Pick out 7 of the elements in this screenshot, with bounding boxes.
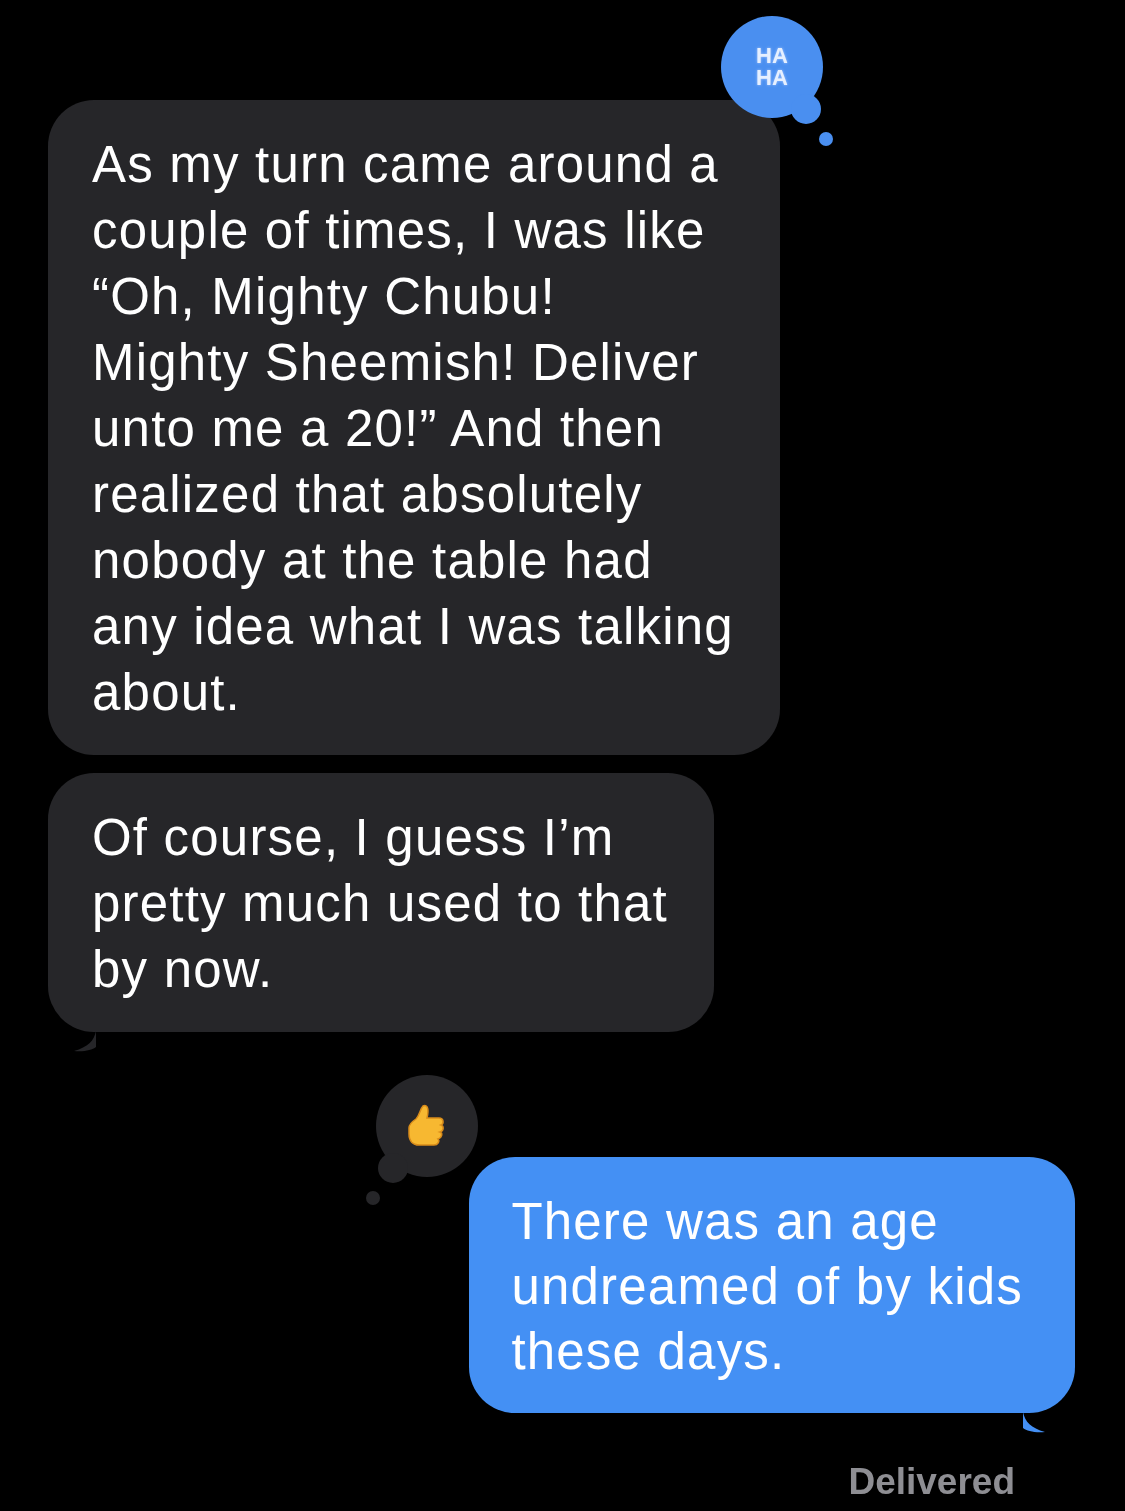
delivery-status: Delivered — [848, 1461, 1015, 1503]
thought-dot — [366, 1191, 381, 1205]
haha-label: HA HA — [755, 45, 789, 89]
thought-dot — [818, 132, 833, 146]
message-text: As my turn came around a couple of times, I was like “Oh, Mighty Chubu! Mighty Sheemish! Deliver unto me a 20!” And then realized that absolutely nobody at the table had any idea what I was talking about. — [92, 135, 734, 723]
message-text: There was an age undreamed of by kids these days. — [511, 1192, 1023, 1382]
message-text: Of course, I guess I’m pretty much used to that by now. — [92, 808, 668, 1000]
